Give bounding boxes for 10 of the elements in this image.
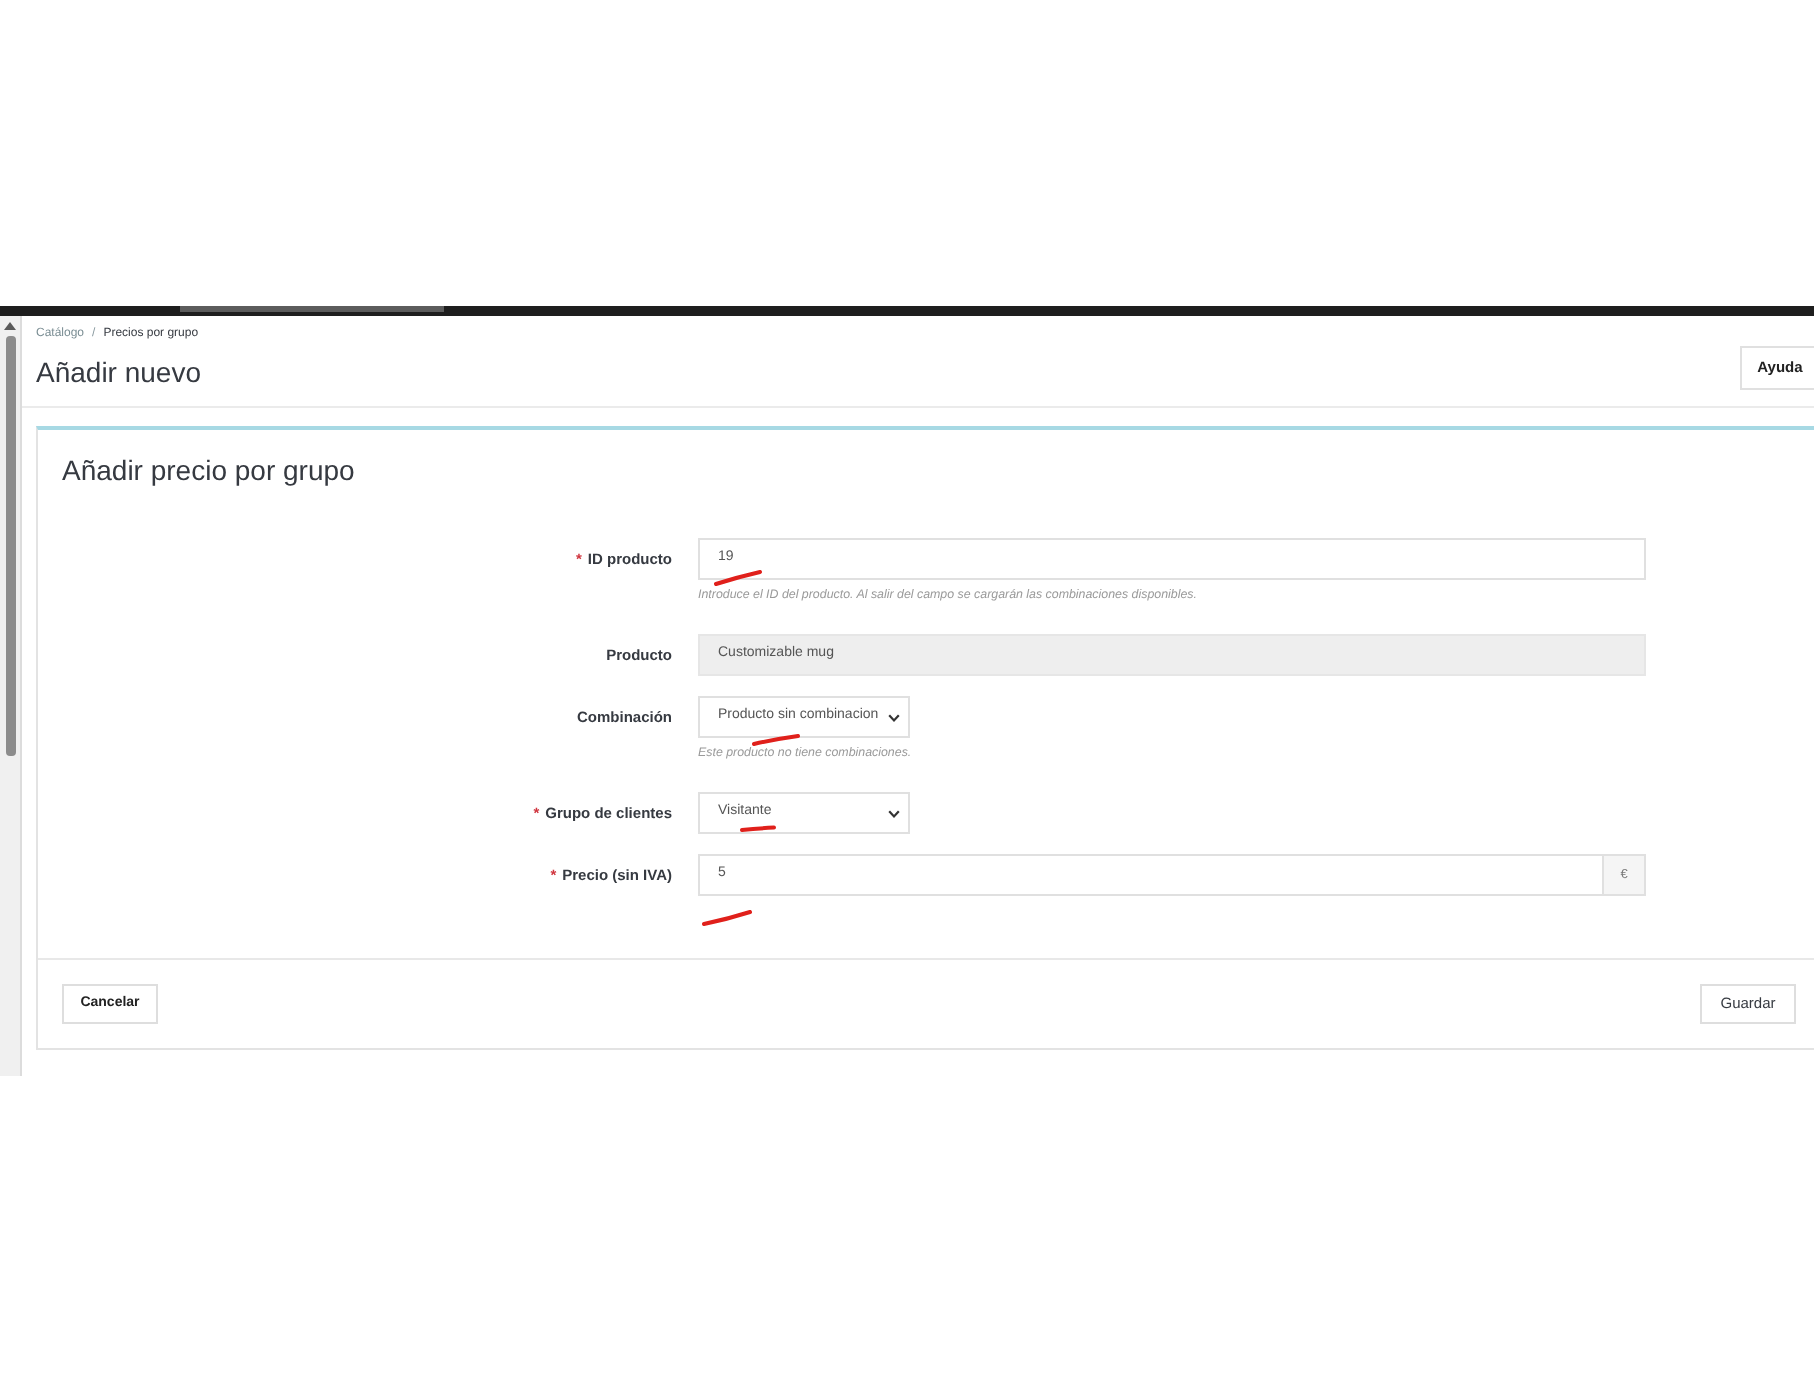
scroll-up-icon[interactable] <box>4 322 16 330</box>
scribble-underline-icon <box>714 570 762 586</box>
page-title: Añadir nuevo <box>36 356 202 390</box>
chevron-down-icon <box>888 713 900 721</box>
card-title: Añadir precio por grupo <box>62 454 357 488</box>
scribble-underline-icon <box>752 734 800 746</box>
scribble-underline-icon <box>740 824 776 832</box>
scrollbar-thumb[interactable] <box>5 336 15 756</box>
scribble-underline-icon <box>702 910 752 926</box>
chevron-down-icon <box>888 809 900 817</box>
